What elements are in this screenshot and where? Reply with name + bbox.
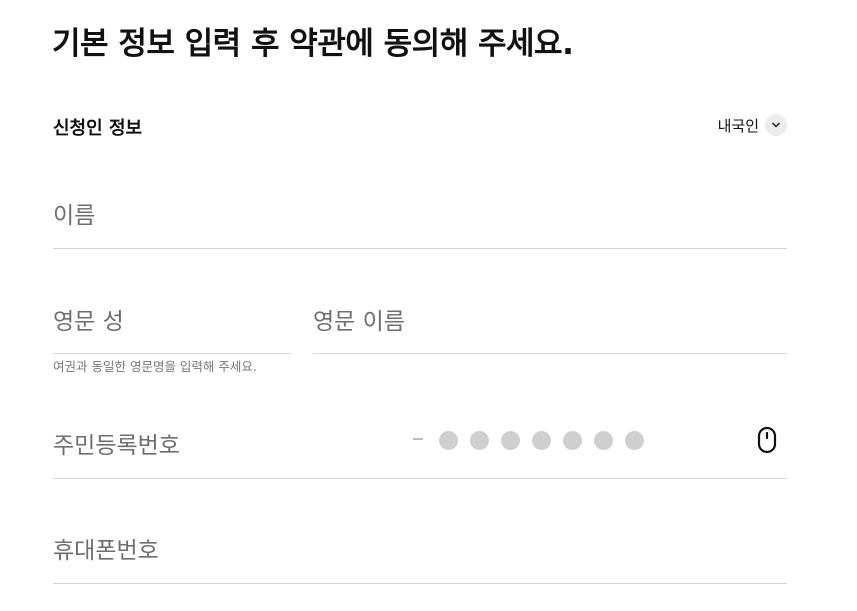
english-surname-label: 영문 성 <box>53 309 124 335</box>
resident-number-dash <box>413 438 423 440</box>
phone-label: 휴대폰번호 <box>53 538 159 564</box>
english-name-help-text: 여권과 동일한 영문명을 입력해 주세요. <box>53 359 257 374</box>
mouse-icon[interactable] <box>756 426 778 454</box>
masked-digit-dot <box>563 431 582 450</box>
masked-digit-dot <box>470 431 489 450</box>
masked-digit-dot <box>532 431 551 450</box>
resident-number-masked-digits <box>439 431 644 450</box>
name-label: 이름 <box>53 203 96 229</box>
english-surname-field[interactable]: 영문 성 <box>53 291 291 354</box>
masked-digit-dot <box>625 431 644 450</box>
nationality-select[interactable]: 내국인 <box>718 114 787 136</box>
phone-field[interactable]: 휴대폰번호 <box>53 520 787 584</box>
page-title: 기본 정보 입력 후 약관에 동의해 주세요. <box>52 26 574 62</box>
english-given-name-field[interactable]: 영문 이름 <box>313 291 787 354</box>
name-field[interactable]: 이름 <box>53 185 787 249</box>
english-given-name-label: 영문 이름 <box>313 309 405 335</box>
masked-digit-dot <box>594 431 613 450</box>
chevron-down-icon <box>765 114 787 136</box>
resident-number-field[interactable]: 주민등록번호 <box>53 415 787 479</box>
masked-digit-dot <box>439 431 458 450</box>
resident-number-label: 주민등록번호 <box>53 433 180 459</box>
masked-digit-dot <box>501 431 520 450</box>
nationality-selected-value: 내국인 <box>717 116 759 135</box>
applicant-info-heading: 신청인 정보 <box>53 118 143 139</box>
